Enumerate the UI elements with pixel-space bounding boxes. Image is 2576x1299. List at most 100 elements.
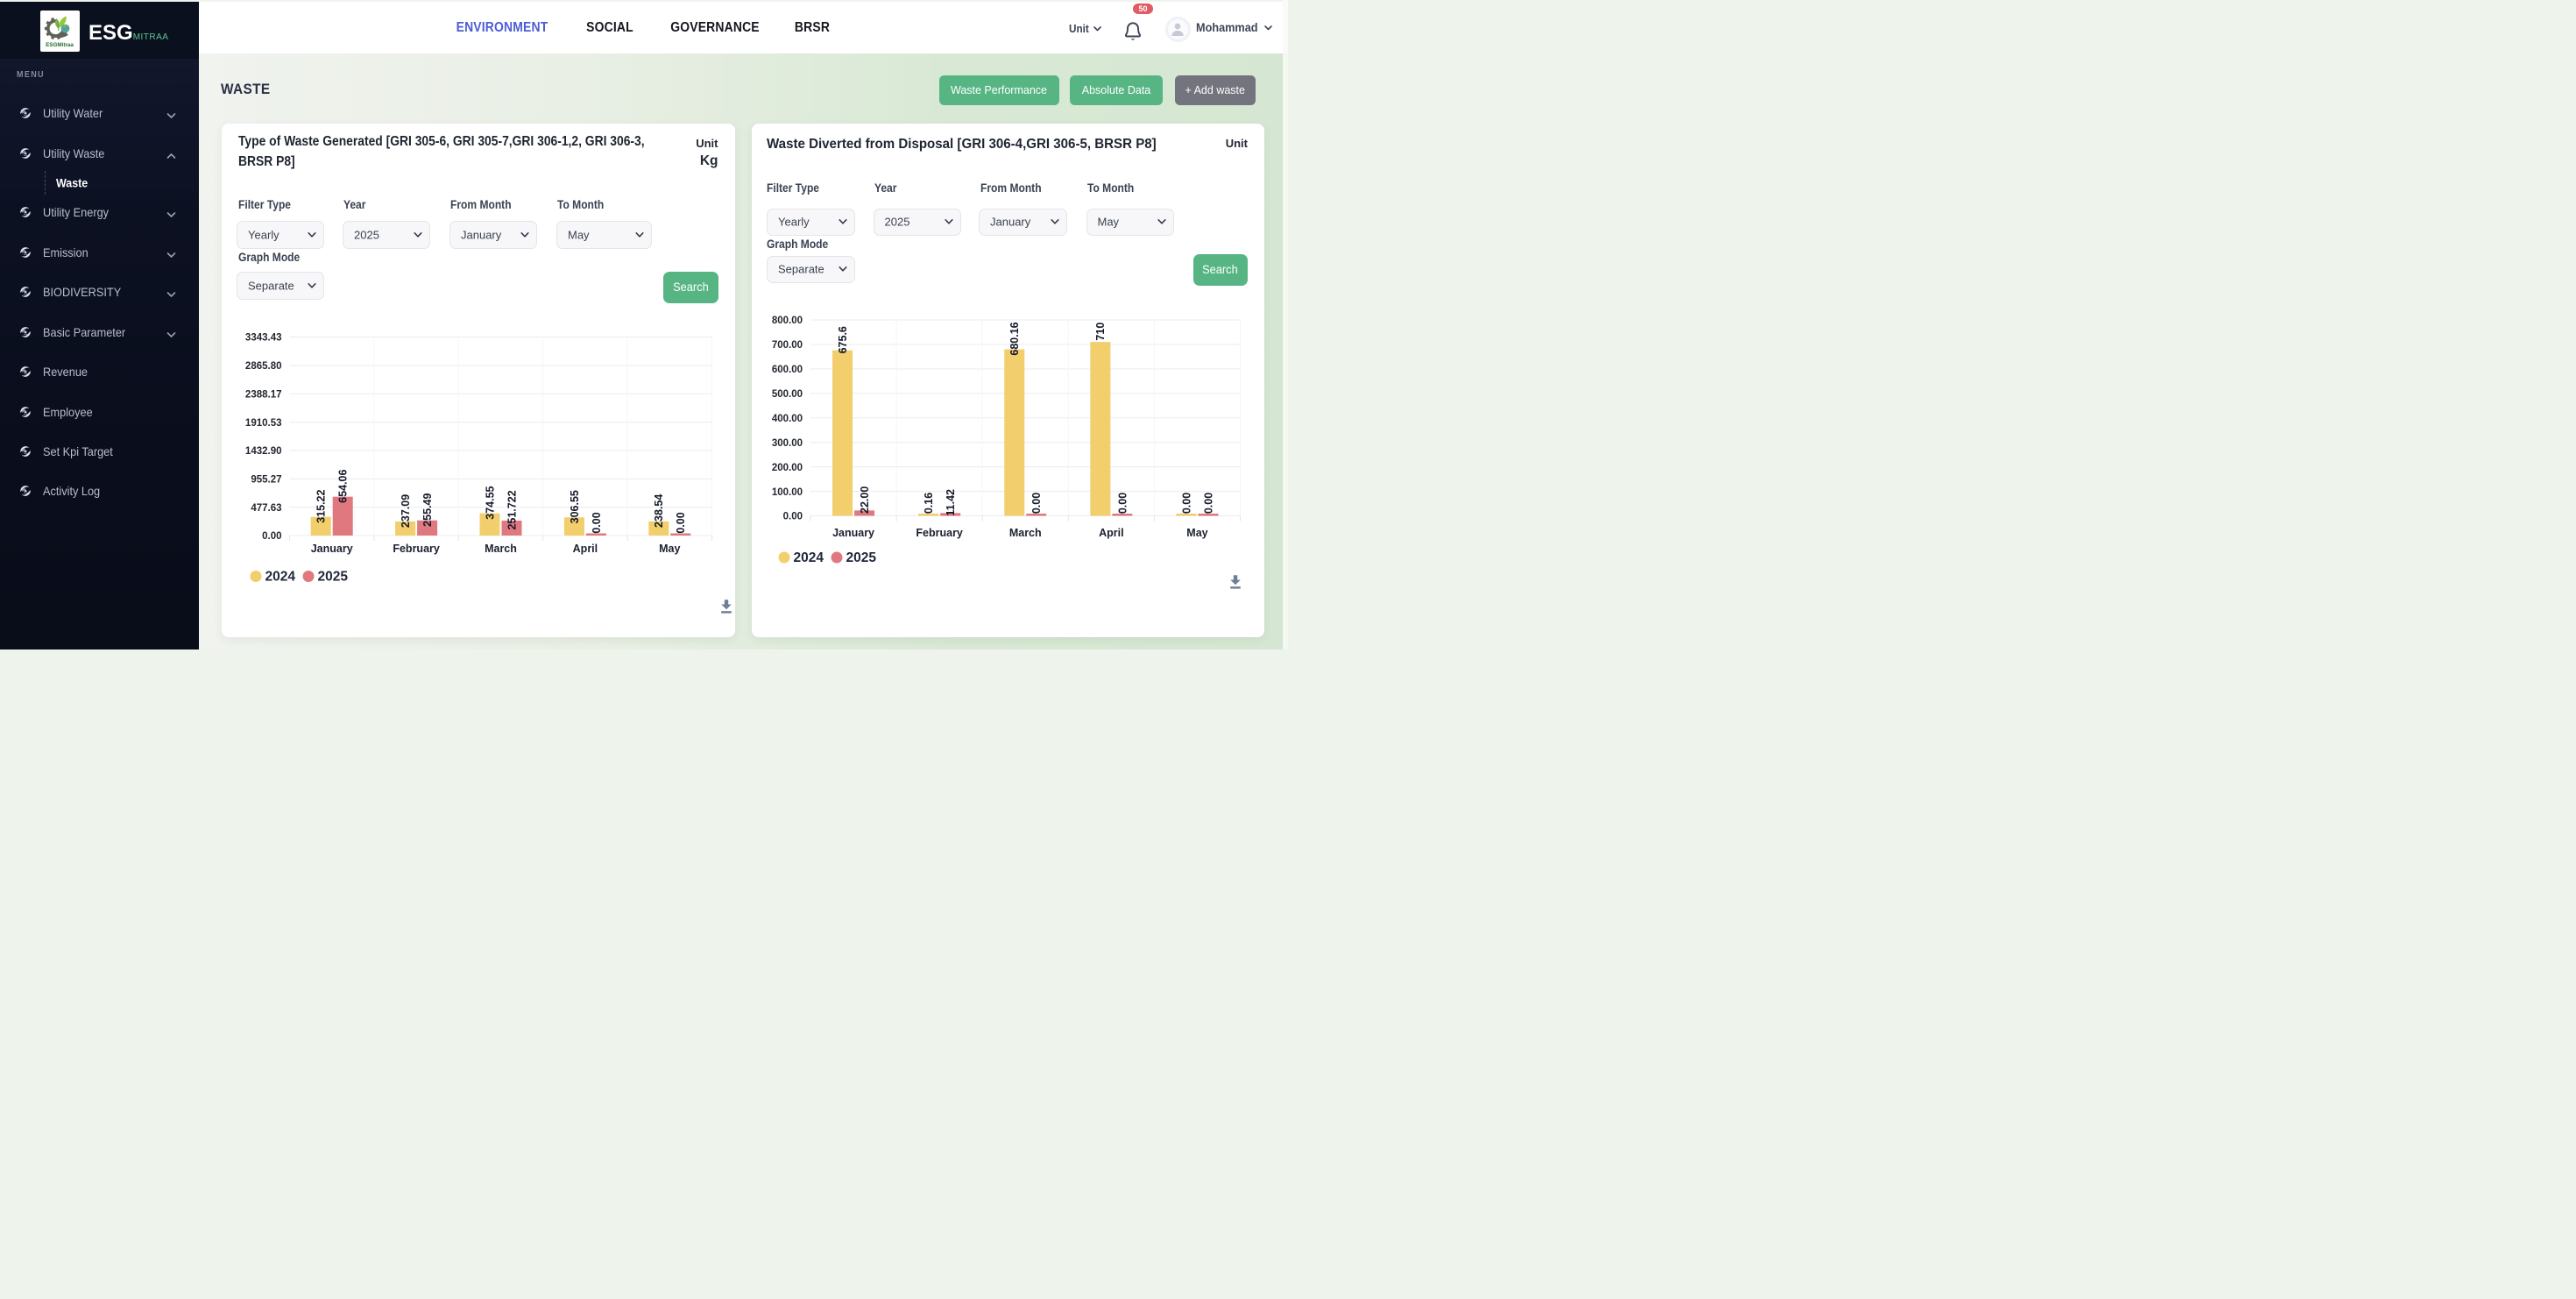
sidebar-item-employee[interactable]: Employee [0,399,199,425]
x-axis-category-label: May [659,543,680,555]
nav-tab-governance[interactable]: GOVERNANCE [664,20,767,36]
y-axis-tick-label: 2865.80 [244,361,281,372]
notification-count-badge: 50 [1133,4,1153,15]
waste-diverted-card: Waste Diverted from Disposal [GRI 306-4,… [752,124,1265,637]
to-month-select[interactable]: May [1086,209,1175,236]
year-select[interactable]: 2025 [343,221,430,249]
esgmitraa-logo[interactable]: ESGMitraa [40,11,80,52]
sidebar-item-icon [19,206,32,218]
sidebar-item-icon [19,246,32,259]
chevron-down-icon [166,290,176,299]
esg-circle-icon [19,147,32,160]
year-select[interactable]: 2025 [874,209,962,236]
unit-label: Unit [1226,137,1248,150]
graph-mode-label: Graph Mode [767,237,828,251]
sidebar-item-label: Utility Energy [43,205,109,219]
waste-performance-button[interactable]: Waste Performance [939,75,1059,105]
legend-label-2025[interactable]: 2025 [846,550,876,565]
bar-chart: 0.00477.63955.271432.901910.532388.17286… [222,299,735,637]
brand-area: ESGMitraa ESGMITRAA [0,2,199,59]
unit-indicator: UnitKg [696,137,718,169]
sidebar-item-icon [19,147,32,160]
chevron-up-icon [166,152,176,160]
filter-type-select[interactable]: Yearly [237,221,324,249]
download-chart-icon[interactable] [1228,574,1242,593]
bar-value-label: 680.16 [1008,322,1021,355]
download-chart-icon[interactable] [719,599,733,618]
bar-value-label: 11.42 [945,489,957,516]
nav-tab-label: GOVERNANCE [670,20,760,36]
esg-circle-icon [19,485,32,497]
menu-section-label: MENU [17,70,45,80]
legend-label-2025[interactable]: 2025 [317,570,348,585]
graph-mode-value: Separate [248,279,294,292]
sidebar-item-basic-parameter[interactable]: Basic Parameter [0,319,199,345]
notifications-button[interactable] [1123,20,1153,43]
scrollbar-track[interactable] [1283,0,1288,650]
sidebar-item-label: BIODIVERSITY [43,285,121,299]
sidebar-item-label: Emission [43,245,88,259]
sidebar-item-icon [19,107,32,119]
sidebar-item-icon [19,445,32,458]
legend-marker-2024 [250,571,261,582]
chevron-down-icon [945,218,953,225]
chevron-down-icon [166,111,176,120]
legend-label-2024[interactable]: 2024 [793,550,824,565]
sidebar-item-chevron [166,208,176,217]
bar-value-label: 22.00 [858,486,870,514]
sidebar-item-icon [19,326,32,338]
esg-circle-icon [19,406,32,418]
graph-mode-select[interactable]: Separate [237,272,324,301]
sidebar-item-utility-water[interactable]: Utility Water [0,100,199,126]
esg-circle-icon [19,366,32,378]
nav-tab-brsr[interactable]: BRSR [792,20,832,36]
from-month-select[interactable]: January [979,209,1067,236]
from-month-select[interactable]: January [449,221,537,249]
bar-value-label: 306.55 [568,490,580,523]
sidebar-item-utility-waste[interactable]: Utility Waste [0,140,199,167]
legend-label-2024[interactable]: 2024 [265,570,295,585]
y-axis-tick-label: 0.00 [262,531,281,542]
unit-dropdown[interactable]: Unit [1069,22,1101,35]
bar-value-label: 251.722 [506,490,518,529]
sidebar-item-biodiversity[interactable]: BIODIVERSITY [0,279,199,305]
graph-mode-value: Separate [778,263,824,276]
sidebar-item-waste[interactable]: Waste [0,170,199,196]
bell-icon [1123,20,1143,42]
x-axis-category-label: March [485,543,517,555]
bar-value-label: 0.00 [590,512,602,533]
sidebar-item-revenue[interactable]: Revenue [0,358,199,385]
y-axis-tick-label: 100.00 [771,487,802,498]
esg-circle-icon [19,286,32,298]
nav-tab-environment[interactable]: ENVIRONMENT [449,20,555,36]
user-menu[interactable]: Mohammad [1196,21,1272,34]
absolute-data-button[interactable]: Absolute Data [1070,75,1163,105]
x-axis-category-label: January [310,543,352,555]
sidebar-item-emission[interactable]: Emission [0,239,199,266]
chevron-down-icon [308,282,316,289]
sidebar-item-chevron [166,248,176,258]
sidebar-item-icon [19,485,32,497]
filter-type-select[interactable]: Yearly [767,209,855,236]
to-month-value: May [568,229,590,242]
esg-circle-icon [19,246,32,259]
brand-suffix: MITRAA [133,32,169,42]
sidebar-item-label: Employee [43,405,93,419]
sidebar-item-set-kpi-target[interactable]: Set Kpi Target [0,438,199,465]
sidebar: ESGMitraa ESGMITRAA MENU Utility Water Ut… [0,2,199,650]
avatar[interactable] [1165,17,1191,42]
add-waste-button[interactable]: + Add waste [1175,75,1256,105]
filter-type-value: Yearly [248,229,280,242]
nav-tab-social[interactable]: SOCIAL [583,20,637,36]
graph-mode-select[interactable]: Separate [767,256,855,284]
sidebar-item-label: Utility Waste [43,146,104,160]
y-axis-tick-label: 477.63 [251,503,281,514]
to-month-select[interactable]: May [556,221,652,249]
from-month-label: From Month [450,197,512,211]
sidebar-item-utility-energy[interactable]: Utility Energy [0,199,199,225]
sidebar-item-activity-log[interactable]: Activity Log [0,478,199,504]
app-window: ESGMitraa ESGMITRAA MENU Utility Water Ut… [0,0,1288,650]
sidebar-item-label: Set Kpi Target [43,444,113,458]
filter-type-label: Filter Type [767,181,819,195]
legend-marker-2024 [778,552,789,564]
